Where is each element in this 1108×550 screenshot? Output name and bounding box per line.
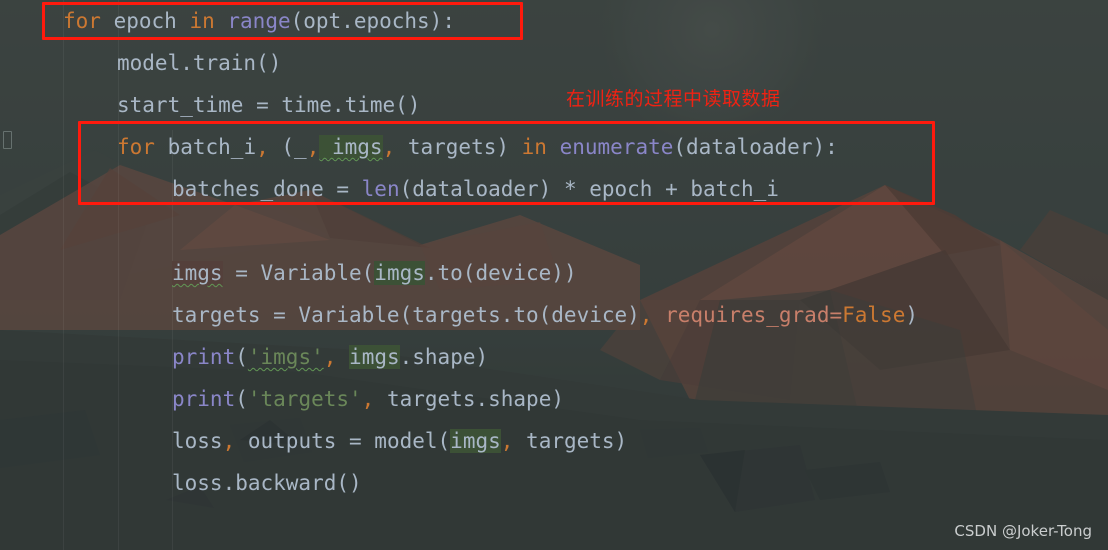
- token-enumerate-args: (dataloader):: [673, 135, 838, 159]
- token-keyword-in: in: [189, 9, 215, 33]
- token-open-paren: (: [235, 387, 248, 411]
- token-function-enumerate: enumerate: [546, 135, 674, 159]
- token-close-paren: ): [905, 303, 918, 327]
- token-identifier-imgs-caret: imgs: [172, 261, 223, 285]
- token-identifier-imgs-highlighted: imgs: [349, 345, 400, 369]
- code-line-11: loss, outputs = model(imgs, targets): [0, 420, 1108, 462]
- code-line-12: loss.backward(): [0, 462, 1108, 504]
- token-len-expression: (dataloader) * epoch + batch_i: [399, 177, 779, 201]
- token-parameter-requires-grad: requires_grad: [652, 303, 830, 327]
- token-function-print: print: [172, 345, 236, 369]
- screenshot-root: for epoch in range(opt.epochs): model.tr…: [0, 0, 1108, 550]
- token-comma: ,: [222, 429, 236, 453]
- token-string-imgs: 'imgs': [247, 345, 324, 369]
- token-equals: =: [829, 303, 843, 327]
- token-identifier-imgs-highlighted: imgs: [450, 429, 501, 453]
- token-to-device: .to(device)): [424, 261, 577, 285]
- token-keyword-in: in: [521, 135, 547, 159]
- token-identifier-targets: targets): [395, 135, 522, 159]
- code-line-10: print('targets', targets.shape): [0, 378, 1108, 420]
- token-comma: ,: [306, 135, 320, 159]
- csdn-watermark: CSDN @Joker-Tong: [954, 522, 1092, 540]
- token-open-paren: (: [235, 345, 248, 369]
- token-range-args: (opt.epochs):: [290, 9, 455, 33]
- annotation-note-chinese: 在训练的过程中读取数据: [566, 88, 781, 110]
- token-targets-variable-call: targets = Variable(targets.to(device): [172, 303, 640, 327]
- code-line-1: for epoch in range(opt.epochs):: [0, 0, 1108, 42]
- code-line-3: start_time = time.time(): [0, 84, 1108, 126]
- token-identifier-underscore: (_: [268, 135, 307, 159]
- code-line-5: batches_done = len(dataloader) * epoch +…: [0, 168, 1108, 210]
- token-keyword-for: for: [63, 9, 101, 33]
- token-loss-backward: loss.backward(): [172, 471, 362, 495]
- token-batches-done-assign: batches_done =: [172, 177, 362, 201]
- token-shape-attr: .shape): [399, 345, 489, 369]
- code-editor[interactable]: for epoch in range(opt.epochs): model.tr…: [0, 0, 1108, 550]
- token-variable-call: = Variable(: [222, 261, 375, 285]
- token-identifier-imgs-highlighted: imgs: [374, 261, 425, 285]
- token-function-len: len: [361, 177, 400, 201]
- token-keyword-for: for: [117, 135, 155, 159]
- token-comma: ,: [256, 135, 269, 159]
- token-identifier-loss: loss: [172, 429, 223, 453]
- code-line-9: print('imgs', imgs.shape): [0, 336, 1108, 378]
- token-string-targets: 'targets': [247, 387, 362, 411]
- code-line-7: imgs = Variable(imgs.to(device)): [0, 252, 1108, 294]
- token-argument-targets: targets): [513, 429, 628, 453]
- code-content: for epoch in range(opt.epochs): model.tr…: [0, 0, 1108, 550]
- token-identifier-imgs-highlighted: imgs: [319, 135, 383, 159]
- code-line-2: model.train(): [0, 42, 1108, 84]
- token-comma: ,: [323, 345, 337, 369]
- token-keyword-false: False: [842, 303, 906, 327]
- token-comma: ,: [500, 429, 514, 453]
- token-identifier-epoch: epoch: [100, 9, 190, 33]
- token-function-print: print: [172, 387, 236, 411]
- token-comma: ,: [382, 135, 396, 159]
- token-targets-shape-attr: targets.shape): [374, 387, 564, 411]
- token-comma: ,: [639, 303, 653, 327]
- token-comma: ,: [361, 387, 375, 411]
- code-line-4: for batch_i, (_, imgs, targets) in enume…: [0, 126, 1108, 168]
- token-function-range: range: [214, 9, 291, 33]
- code-line-8: targets = Variable(targets.to(device), r…: [0, 294, 1108, 336]
- token-model-train: model.train(): [117, 51, 282, 75]
- token-outputs-model-call: outputs = model(: [235, 429, 451, 453]
- token-start-time: start_time = time.time(): [117, 93, 421, 117]
- token-identifier-batch-i: batch_i: [154, 135, 257, 159]
